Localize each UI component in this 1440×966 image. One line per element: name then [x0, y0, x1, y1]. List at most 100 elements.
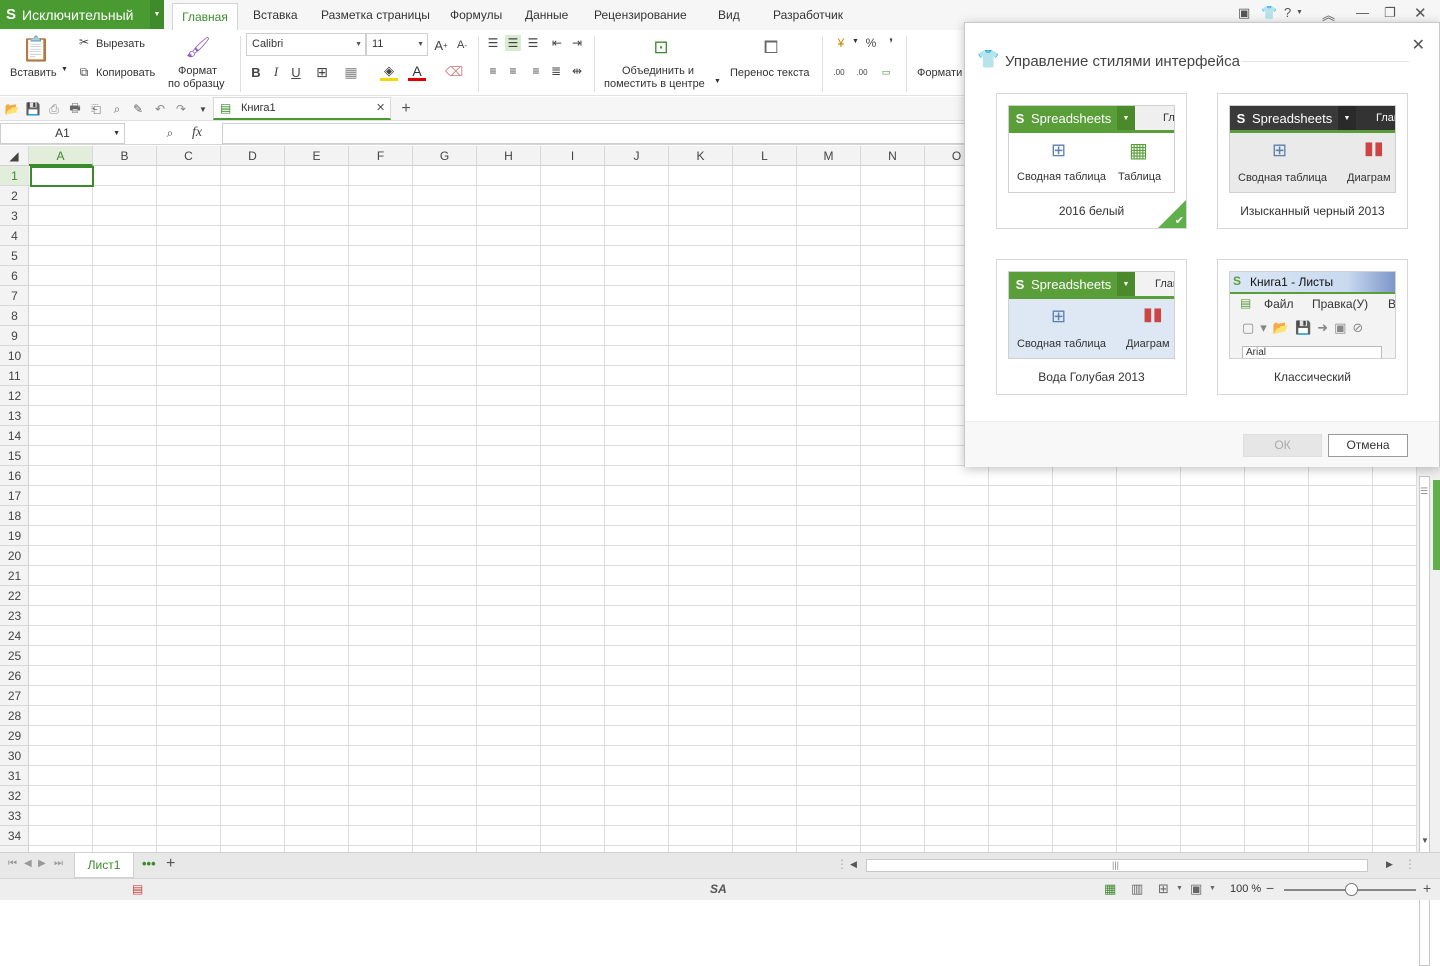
wrap-text-button[interactable]: Перенос текста	[730, 67, 810, 79]
decrease-font-icon[interactable]: A-	[453, 36, 471, 54]
zoom-lookup-icon[interactable]: ⌕	[162, 125, 178, 141]
prev-sheet-icon[interactable]: ◀	[24, 858, 32, 869]
row-header[interactable]: 32	[0, 786, 29, 806]
name-box[interactable]: A1 ▼	[0, 123, 125, 144]
tab-page-layout[interactable]: Разметка страницы	[321, 8, 430, 22]
row-header[interactable]: 23	[0, 606, 29, 626]
merge-label-2[interactable]: поместить в центре	[604, 78, 705, 90]
column-header[interactable]: N	[861, 146, 925, 166]
scroll-left-icon[interactable]: ◀	[850, 859, 857, 870]
font-name-select[interactable]: Calibri ▼	[246, 33, 366, 56]
row-header[interactable]: 28	[0, 706, 29, 726]
wrap-text-icon[interactable]: ⧠	[758, 34, 784, 60]
skin-icon[interactable]: 👕	[1261, 5, 1277, 21]
column-header[interactable]: J	[605, 146, 669, 166]
tab-review[interactable]: Рецензирование	[594, 8, 687, 22]
column-header[interactable]: C	[157, 146, 221, 166]
column-header[interactable]: E	[285, 146, 349, 166]
theme-card-2016-white[interactable]: S Spreadsheets ▼ Гл ⊞ ▦ Сводная таблица Та…	[996, 93, 1187, 229]
column-header[interactable]: F	[349, 146, 413, 166]
tab-formulas[interactable]: Формулы	[450, 8, 502, 22]
save-icon[interactable]: 💾	[25, 101, 41, 117]
row-header[interactable]: 7	[0, 286, 29, 306]
scroll-down-icon[interactable]: ▼	[1421, 836, 1429, 845]
help-icon[interactable]: ?	[1284, 5, 1291, 20]
zoom-in-icon[interactable]: +	[1423, 880, 1431, 896]
row-header[interactable]: 19	[0, 526, 29, 546]
row-header[interactable]: 34	[0, 826, 29, 846]
row-header[interactable]: 5	[0, 246, 29, 266]
row-header[interactable]: 11	[0, 366, 29, 386]
row-header[interactable]: 18	[0, 506, 29, 526]
tab-home[interactable]: Главная	[172, 3, 238, 30]
align-center-icon[interactable]: ≡	[505, 63, 521, 79]
close-tab-icon[interactable]: ✕	[376, 101, 385, 114]
row-header[interactable]: 9	[0, 326, 29, 346]
column-header[interactable]: A	[29, 146, 93, 166]
format-painter-label-1[interactable]: Формат	[178, 65, 217, 77]
align-middle-icon[interactable]: ☰	[505, 35, 521, 51]
copy-icon[interactable]: ⧉	[77, 64, 91, 80]
distribute-icon[interactable]: ⇹	[568, 63, 586, 79]
select-all-corner[interactable]: ◢	[0, 146, 29, 166]
row-header[interactable]: 3	[0, 206, 29, 226]
cell-fill-pattern-icon[interactable]: ▦	[342, 63, 360, 81]
justify-icon[interactable]: ≣	[548, 63, 564, 79]
merge-dropdown-icon[interactable]: ▼	[714, 78, 721, 85]
qat-customize-icon[interactable]: ▼	[196, 101, 210, 117]
zoom-level[interactable]: 100 %	[1230, 883, 1261, 895]
tab-view[interactable]: Вид	[718, 8, 740, 22]
preview-icon[interactable]: ⌕	[109, 101, 125, 117]
format-button[interactable]: Формати	[917, 67, 962, 79]
row-header[interactable]: 8	[0, 306, 29, 326]
ok-button[interactable]: ОК	[1243, 434, 1322, 457]
split-handle-icon[interactable]: ⋮	[1404, 857, 1416, 871]
row-header[interactable]: 27	[0, 686, 29, 706]
indent-decrease-icon[interactable]: ⇤	[549, 35, 565, 51]
row-header[interactable]: 6	[0, 266, 29, 286]
align-left-icon[interactable]: ≡	[485, 63, 501, 79]
add-sheet-icon[interactable]: +	[166, 855, 175, 873]
align-right-icon[interactable]: ≡	[528, 63, 544, 79]
open-icon[interactable]: 📂	[4, 101, 20, 117]
print-icon[interactable]: 🖶	[67, 101, 83, 117]
side-panel-toggle[interactable]	[1433, 480, 1440, 570]
reading-dropdown-icon[interactable]: ▼	[1209, 885, 1216, 892]
reading-mode-icon[interactable]: ▣	[1190, 881, 1202, 897]
cancel-button[interactable]: Отмена	[1328, 434, 1408, 457]
row-header[interactable]: 1	[0, 166, 29, 186]
export-icon[interactable]: ⎙	[46, 101, 62, 117]
theme-card-water-blue-2013[interactable]: S Spreadsheets ▼ Глав ⊞ ▮▮ Сводная таблица…	[996, 259, 1187, 395]
close-window-icon[interactable]: ✕	[1414, 4, 1427, 22]
increase-font-icon[interactable]: A +	[432, 36, 450, 54]
paste-button[interactable]: Вставить	[10, 67, 57, 79]
save-cloud-icon[interactable]: ▣	[1238, 5, 1250, 21]
font-size-select[interactable]: 11 ▼	[366, 33, 428, 56]
view-dropdown-icon[interactable]: ▼	[1176, 885, 1183, 892]
merge-center-icon[interactable]: ⊡	[648, 34, 674, 60]
row-header[interactable]: 13	[0, 406, 29, 426]
format-painter-icon[interactable]: 🖌	[185, 34, 210, 60]
increase-decimal-icon[interactable]: .00	[830, 64, 848, 80]
theme-card-refined-black-2013[interactable]: S Spreadsheets ▼ Глав ⊞ ▮▮ Сводная таблица…	[1217, 93, 1408, 229]
sheet-tab-list1[interactable]: Лист1	[74, 853, 134, 878]
undo-icon[interactable]: ↶	[152, 101, 168, 117]
tab-data[interactable]: Данные	[525, 8, 568, 22]
row-header[interactable]: 30	[0, 746, 29, 766]
redo-icon[interactable]: ↷	[173, 101, 189, 117]
restore-icon[interactable]: ❐	[1384, 5, 1396, 21]
format-painter-label-2[interactable]: по образцу	[168, 78, 225, 90]
fill-color-icon[interactable]: ◈	[380, 63, 398, 81]
row-header[interactable]: 31	[0, 766, 29, 786]
row-header[interactable]: 29	[0, 726, 29, 746]
more-sheets-icon[interactable]: •••	[142, 856, 156, 871]
row-header[interactable]: 16	[0, 466, 29, 486]
indent-increase-icon[interactable]: ⇥	[569, 35, 585, 51]
number-format-dropdown-icon[interactable]: ▼	[852, 38, 859, 45]
tab-developer[interactable]: Разработчик	[773, 8, 843, 22]
zoom-slider-knob[interactable]	[1345, 883, 1358, 896]
dialog-close-icon[interactable]: ✕	[1412, 35, 1425, 55]
column-header[interactable]: I	[541, 146, 605, 166]
theme-card-classic[interactable]: S Книга1 - Листы ▤ Файл Правка(У) В ▢▾📂💾…	[1217, 259, 1408, 395]
row-header[interactable]: 15	[0, 446, 29, 466]
